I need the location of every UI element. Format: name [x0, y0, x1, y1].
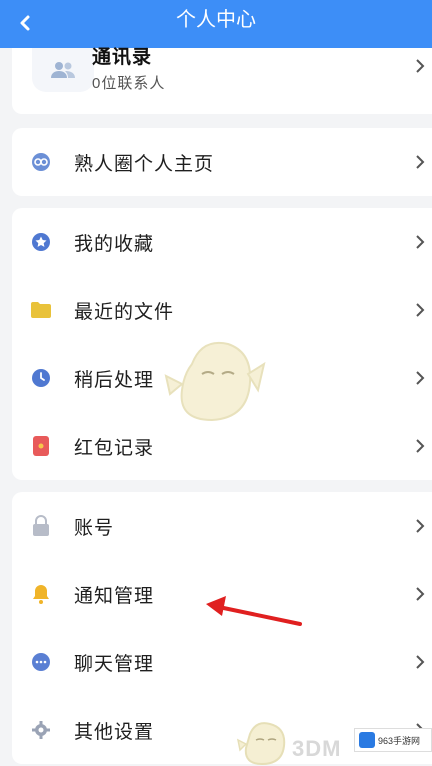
menu-item-label: 最近的文件 [74, 301, 175, 323]
chevron-right-icon [416, 587, 425, 601]
menu-item-label: 熟人圈个人主页 [74, 153, 215, 175]
watermark-site-label: 963手游网 [378, 735, 421, 746]
contacts-title: 通讯录 [92, 47, 153, 68]
menu-group-2: 我的收藏 最近的文件 稍后处理 红包记录 [12, 208, 432, 480]
menu-item-label: 通知管理 [74, 585, 155, 607]
top-bar: 个人中心 [0, 0, 432, 48]
contacts-icon [32, 48, 94, 92]
chat-icon [30, 651, 52, 673]
contacts-entry[interactable]: 通讯录 0位联系人 [12, 48, 432, 114]
menu-item-label: 稍后处理 [74, 369, 155, 391]
gear-icon [30, 719, 52, 741]
menu-item-label: 聊天管理 [74, 653, 155, 675]
menu-item-recent-files[interactable]: 最近的文件 [12, 276, 432, 344]
menu-item-label: 红包记录 [74, 437, 155, 459]
menu-item-label: 账号 [74, 517, 115, 539]
page-title: 个人中心 [176, 9, 256, 31]
bell-icon [30, 583, 52, 605]
menu-item-label: 我的收藏 [74, 233, 155, 255]
menu-item-account[interactable]: 账号 [12, 492, 432, 560]
watermark-site: 963手游网 [354, 728, 432, 752]
site-logo-icon [359, 732, 375, 748]
clock-icon [30, 367, 52, 389]
menu-item-favorites[interactable]: 我的收藏 [12, 208, 432, 276]
lock-icon [30, 515, 52, 537]
menu-item-social-home[interactable]: 熟人圈个人主页 [12, 128, 432, 196]
menu-item-label: 其他设置 [74, 721, 155, 743]
chevron-right-icon [416, 439, 425, 453]
star-icon [30, 231, 52, 253]
chevron-right-icon [416, 155, 425, 169]
chevron-right-icon [416, 519, 425, 533]
annotation-arrow [206, 596, 302, 626]
folder-icon [30, 299, 52, 321]
watermark-3dm: 3DM [292, 736, 342, 761]
chevron-right-icon [416, 235, 425, 249]
red-envelope-icon [30, 435, 52, 457]
chevron-right-icon [416, 59, 425, 73]
chevron-right-icon [416, 371, 425, 385]
chevron-right-icon [416, 303, 425, 317]
menu-item-chat[interactable]: 聊天管理 [12, 628, 432, 696]
menu-item-red-envelope[interactable]: 红包记录 [12, 412, 432, 480]
menu-item-later[interactable]: 稍后处理 [12, 344, 432, 412]
circle-icon [30, 151, 52, 173]
contacts-count: 0位联系人 [92, 75, 166, 92]
menu-group-1: 熟人圈个人主页 [12, 128, 432, 196]
chevron-right-icon [416, 655, 425, 669]
